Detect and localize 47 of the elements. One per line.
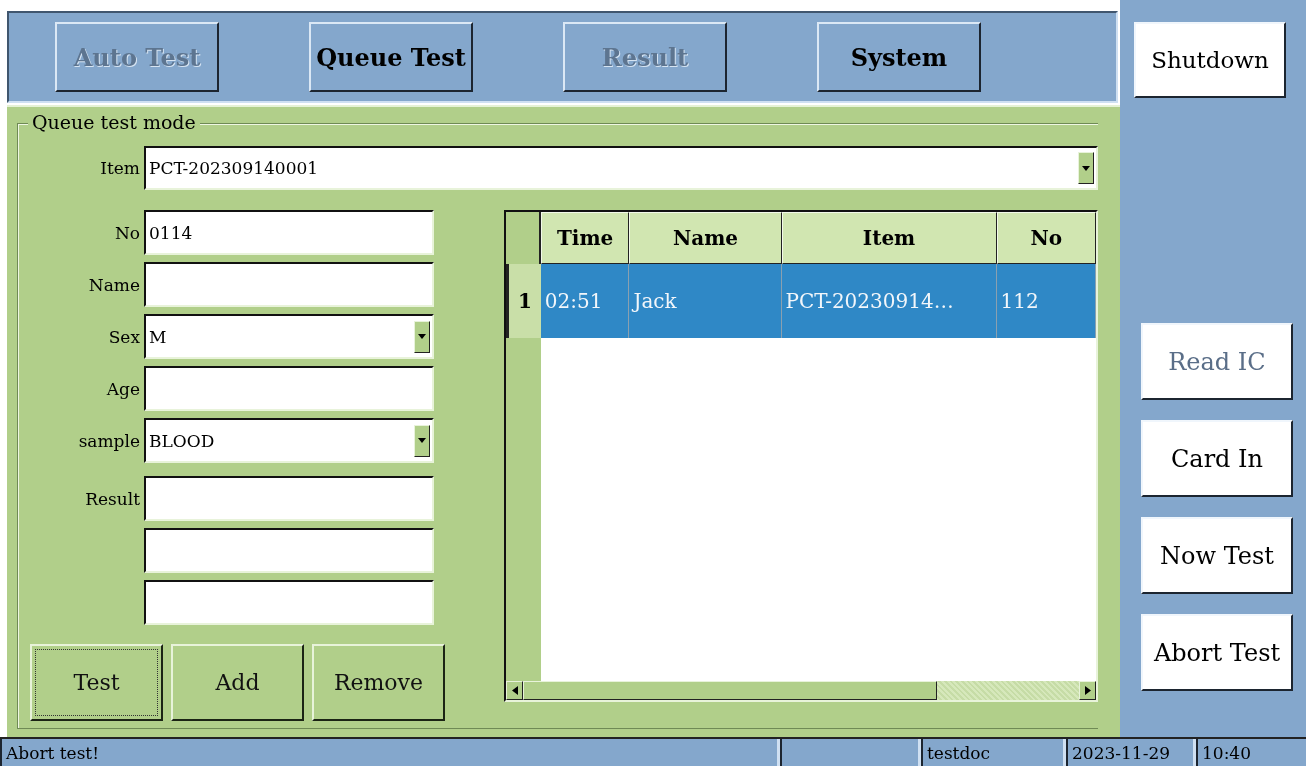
status-user: testdoc: [921, 739, 1061, 766]
dropdown-field[interactable]: BLOOD: [144, 418, 434, 463]
field-label: sample: [78, 430, 140, 451]
dropdown-button[interactable]: [1078, 152, 1094, 184]
dropdown-button[interactable]: [414, 424, 430, 457]
action-button[interactable]: Remove: [312, 644, 445, 721]
input-field[interactable]: 0114: [144, 210, 434, 255]
side-button[interactable]: Now Test: [1141, 517, 1293, 594]
action-button[interactable]: Test: [30, 644, 163, 721]
input-field[interactable]: [144, 528, 434, 573]
dropdown-button[interactable]: [414, 320, 430, 353]
field-label: Sex: [108, 326, 140, 347]
field-label: Age: [106, 378, 140, 399]
tab[interactable]: System: [817, 22, 981, 92]
caret-icon: [1082, 165, 1090, 171]
right-arrow-icon: [1084, 686, 1091, 695]
item-dropdown[interactable]: PCT-202309140001: [144, 146, 1098, 190]
caret-icon: [418, 438, 426, 443]
input-field[interactable]: [144, 580, 434, 625]
field-label: Item: [99, 158, 140, 178]
dropdown-field[interactable]: M: [144, 314, 434, 359]
caret-icon: [418, 334, 426, 339]
column-header[interactable]: Name: [629, 212, 782, 264]
side-button[interactable]: Abort Test: [1141, 614, 1293, 691]
field-label: No: [114, 222, 140, 243]
table-cell[interactable]: 02:51: [540, 264, 630, 338]
table-cell[interactable]: Jack: [629, 264, 782, 338]
row-header: 1: [506, 264, 541, 338]
input-field[interactable]: [144, 262, 434, 307]
column-header[interactable]: No: [996, 212, 1096, 264]
tab[interactable]: Queue Test: [309, 22, 473, 92]
table-cell[interactable]: 112: [996, 264, 1096, 338]
field-label: Result: [85, 488, 140, 509]
input-field[interactable]: [144, 366, 434, 411]
status-message: Abort test!: [0, 739, 775, 766]
side-button[interactable]: Card In: [1141, 420, 1293, 497]
status-date: 2023-11-29: [1066, 739, 1191, 766]
column-header[interactable]: Time: [540, 212, 630, 264]
column-header[interactable]: Item: [781, 212, 997, 264]
left-arrow-icon: [511, 686, 518, 695]
status-time: 10:40: [1196, 739, 1306, 766]
field-label: Name: [88, 274, 140, 295]
side-button[interactable]: Shutdown: [1134, 22, 1286, 98]
action-button[interactable]: Add: [171, 644, 304, 721]
horizontal-scrollbar[interactable]: [506, 681, 1096, 700]
table-cell[interactable]: PCT-20230914…: [781, 264, 997, 338]
input-field[interactable]: [144, 476, 434, 521]
